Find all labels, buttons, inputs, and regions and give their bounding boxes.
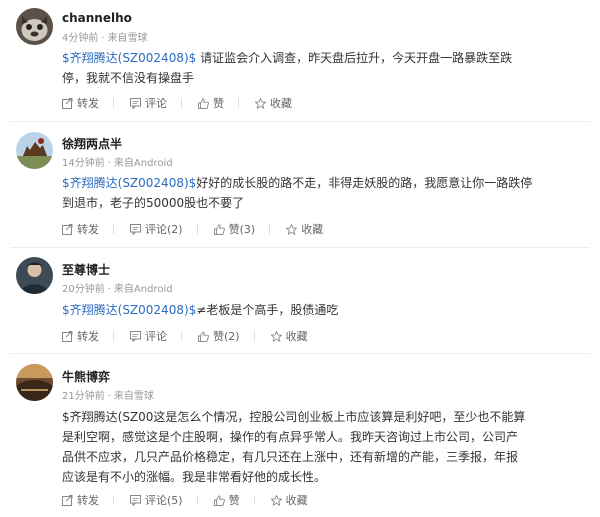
like-label: 赞 xyxy=(213,97,224,110)
favorite-label: 收藏 xyxy=(285,494,308,507)
repost-icon xyxy=(62,494,73,506)
post-source: 来自Android xyxy=(113,284,173,295)
username[interactable]: 牛熊博弈 xyxy=(62,368,110,385)
post-meta: 4分钟前 · 来自雪球 xyxy=(62,33,148,44)
repost-icon xyxy=(62,330,73,342)
comment-icon xyxy=(130,494,141,506)
favorite-icon xyxy=(270,494,282,506)
post-text: $齐翔腾达(SZ00这是怎么个情况，控股公司创业板上市应该算是利好吧，至少也不能… xyxy=(62,410,526,424)
divider xyxy=(10,121,590,122)
avatar[interactable] xyxy=(16,364,53,401)
stock-link[interactable]: $齐翔腾达(SZ002408)$ xyxy=(62,176,196,190)
like-icon xyxy=(198,97,209,109)
repost-label: 转发 xyxy=(77,97,99,110)
repost-label: 转发 xyxy=(77,494,99,507)
post-content: $齐翔腾达(SZ002408)$≠老板是个高手，股债通吃 xyxy=(62,300,562,320)
favorite-label: 收藏 xyxy=(285,330,308,343)
favorite-button[interactable]: 收藏 xyxy=(255,95,292,111)
favorite-button[interactable]: 收藏 xyxy=(270,492,308,508)
repost-icon xyxy=(62,97,73,109)
post-meta: 21分钟前 · 来自雪球 xyxy=(62,391,154,402)
post-text: 应该是有不小的涨幅。我是非常看好他的成长性。 xyxy=(62,470,327,484)
post-source: 来自雪球 xyxy=(113,391,154,402)
post-content: $齐翔腾达(SZ00这是怎么个情况，控股公司创业板上市应该算是利好吧，至少也不能… xyxy=(62,407,562,487)
username[interactable]: 至尊博士 xyxy=(62,261,110,278)
comment-button[interactable]: 评论(5) xyxy=(130,492,198,508)
avatar[interactable] xyxy=(16,132,53,169)
divider xyxy=(10,353,590,354)
post-content: $齐翔腾达(SZ002408)$好好的成长股的路不走，非得走妖股的路，我愿意让你… xyxy=(62,173,562,213)
favorite-button[interactable]: 收藏 xyxy=(270,328,308,344)
like-label: 赞 xyxy=(228,494,240,507)
favorite-button[interactable]: 收藏 xyxy=(286,221,323,237)
stock-link[interactable]: $齐翔腾达(SZ002408)$ xyxy=(62,303,196,317)
comment-button[interactable]: 评论 xyxy=(130,95,182,111)
comment-label: 评论 xyxy=(145,97,167,110)
post-text: 是利空啊，感觉这是个庄股啊，操作的有点异乎常人。我昨天咨询过上市公司，公司产 xyxy=(62,430,519,444)
comment-icon xyxy=(130,97,141,109)
like-button[interactable]: 赞(2) xyxy=(198,328,255,344)
favorite-label: 收藏 xyxy=(301,223,324,236)
post-text: 请证监会介入调查，昨天盘后拉升，今天开盘一路暴跌至跌 xyxy=(196,51,513,65)
post-content: $齐翔腾达(SZ002408)$ 请证监会介入调查，昨天盘后拉升，今天开盘一路暴… xyxy=(62,48,562,88)
post-actions: 转发 评论 赞(2) 收藏 xyxy=(62,328,324,344)
avatar[interactable] xyxy=(16,8,53,45)
like-button[interactable]: 赞 xyxy=(198,95,239,111)
post-meta: 14分钟前 · 来自Android xyxy=(62,158,173,169)
comment-label: 评论 xyxy=(145,330,167,343)
like-button[interactable]: 赞(3) xyxy=(213,221,271,237)
post-actions: 转发 评论(2) 赞(3) 收藏 xyxy=(62,221,339,237)
repost-label: 转发 xyxy=(77,223,99,236)
username[interactable]: 徐翔两点半 xyxy=(62,135,122,152)
favorite-icon xyxy=(286,223,298,235)
comment-button[interactable]: 评论(2) xyxy=(130,221,198,237)
repost-button[interactable]: 转发 xyxy=(62,492,114,508)
post-time: 20分钟前 xyxy=(62,284,105,295)
like-icon xyxy=(198,330,209,342)
repost-button[interactable]: 转发 xyxy=(62,221,114,237)
avatar[interactable] xyxy=(16,257,53,294)
repost-button[interactable]: 转发 xyxy=(62,95,114,111)
post-text: 品供不应求，几只产品价格稳定，有几只还在上涨中，还有新增的产能，三季报，年报 xyxy=(62,450,519,464)
like-label: 赞(2) xyxy=(213,330,240,343)
like-button[interactable]: 赞 xyxy=(213,492,255,508)
post-text: 好好的成长股的路不走，非得走妖股的路，我愿意让你一路跌停 xyxy=(196,176,533,190)
like-icon xyxy=(213,494,225,506)
repost-button[interactable]: 转发 xyxy=(62,328,114,344)
post-text: 停，我就不信没有操盘手 xyxy=(62,71,195,85)
comment-icon xyxy=(130,223,141,235)
favorite-icon xyxy=(255,97,266,109)
comment-label: 评论(5) xyxy=(145,494,183,507)
post-source: 来自雪球 xyxy=(107,33,148,44)
like-icon xyxy=(213,223,225,235)
like-label: 赞(3) xyxy=(228,223,256,236)
post-actions: 转发 评论 赞 收藏 xyxy=(62,95,308,111)
post-time: 14分钟前 xyxy=(62,158,105,169)
comment-label: 评论(2) xyxy=(145,223,183,236)
post-actions: 转发 评论(5) 赞 收藏 xyxy=(62,492,324,508)
comment-button[interactable]: 评论 xyxy=(130,328,182,344)
post-text: ≠老板是个高手，股债通吃 xyxy=(196,303,339,317)
comment-feed: channelho 4分钟前 · 来自雪球 $齐翔腾达(SZ002408)$ 请证监… xyxy=(0,0,600,517)
username[interactable]: channelho xyxy=(62,11,132,25)
divider xyxy=(10,247,590,248)
comment-icon xyxy=(130,330,141,342)
post-text: 到退市，老子的50000股也不要了 xyxy=(62,196,245,210)
favorite-icon xyxy=(270,330,282,342)
post-meta: 20分钟前 · 来自Android xyxy=(62,284,173,295)
repost-label: 转发 xyxy=(77,330,99,343)
stock-link[interactable]: $齐翔腾达(SZ002408)$ xyxy=(62,51,196,65)
repost-icon xyxy=(62,223,73,235)
favorite-label: 收藏 xyxy=(270,97,292,110)
post-time: 21分钟前 xyxy=(62,391,105,402)
post-source: 来自Android xyxy=(113,158,173,169)
post-time: 4分钟前 xyxy=(62,33,99,44)
